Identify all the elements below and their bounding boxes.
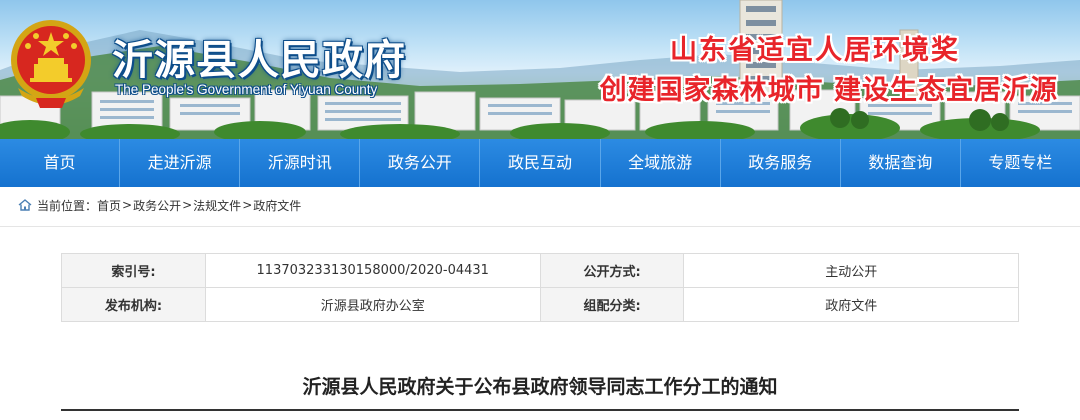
nav-item-gov-affairs[interactable]: 政务公开	[360, 139, 481, 187]
breadcrumb-separator: >	[242, 198, 253, 212]
nav-item-interaction[interactable]: 政民互动	[480, 139, 601, 187]
document-meta-table: 索引号: 113703233130158000/2020-04431 公开方式:…	[61, 253, 1019, 322]
breadcrumb: 当前位置： 首页 > 政务公开 > 法规文件 > 政府文件	[18, 196, 301, 214]
nav-item-services[interactable]: 政务服务	[721, 139, 841, 187]
nav-item-tourism[interactable]: 全域旅游	[601, 139, 721, 187]
issuer-label: 发布机构:	[61, 287, 206, 322]
site-title[interactable]: 沂源县人民政府	[112, 26, 406, 86]
index-label: 索引号:	[61, 253, 206, 288]
breadcrumb-prefix: 当前位置：	[37, 198, 98, 213]
nav-item-special-topics[interactable]: 专题专栏	[961, 139, 1080, 187]
category-value: 政府文件	[683, 287, 1019, 322]
document-title: 沂源县人民政府关于公布县政府领导同志工作分工的通知	[302, 376, 778, 398]
table-row: 索引号: 113703233130158000/2020-04431 公开方式:…	[61, 253, 1019, 288]
index-value: 113703233130158000/2020-04431	[204, 253, 541, 288]
breadcrumb-gov-affairs[interactable]: 政务公开	[133, 197, 181, 214]
header-banner: 沂源县人民政府 The People's Government of Yiyua…	[0, 0, 1080, 139]
nav-item-data-query[interactable]: 数据查询	[841, 139, 961, 187]
breadcrumb-gov-documents[interactable]: 政府文件	[253, 197, 301, 214]
breadcrumb-home[interactable]: 首页	[97, 197, 121, 214]
home-icon	[18, 199, 32, 211]
publish-mode-label: 公开方式:	[539, 253, 685, 288]
breadcrumb-regulations[interactable]: 法规文件	[193, 197, 241, 214]
table-row: 发布机构: 沂源县政府办公室 组配分类: 政府文件	[61, 287, 1019, 322]
nav-item-home[interactable]: 首页	[0, 139, 121, 187]
nav-item-about[interactable]: 走进沂源	[120, 139, 241, 187]
site-subtitle: The People's Government of Yiyuan County	[115, 82, 378, 97]
issuer-value: 沂源县政府办公室	[204, 287, 541, 322]
breadcrumb-separator: >	[182, 198, 193, 212]
title-divider	[61, 409, 1019, 411]
publish-mode-value: 主动公开	[683, 253, 1019, 288]
breadcrumb-separator: >	[122, 198, 133, 212]
national-emblem-icon	[11, 20, 91, 108]
category-label: 组配分类:	[539, 287, 685, 322]
main-nav: 首页 走进沂源 沂源时讯 政务公开 政民互动 全域旅游 政务服务 数据查询 专题…	[0, 139, 1080, 187]
breadcrumb-divider	[0, 226, 1080, 227]
slogan-line-2: 创建国家森林城市 建设生态宜居沂源	[599, 75, 1058, 106]
nav-item-news[interactable]: 沂源时讯	[240, 139, 361, 187]
slogan-line-1: 山东省适宜人居环境奖	[670, 35, 960, 66]
